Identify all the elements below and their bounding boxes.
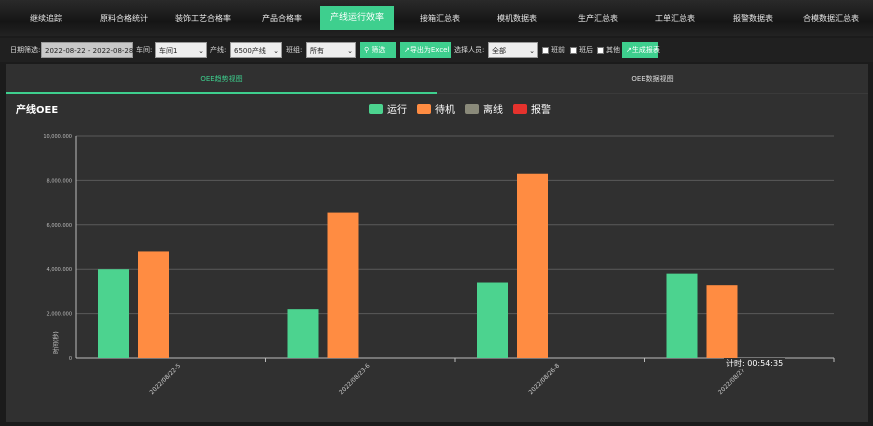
y-tick-label: 10,000.000 <box>43 134 72 140</box>
checkbox-box <box>597 46 604 54</box>
bar-运行-0 <box>98 269 129 358</box>
report-button-label: 生成报表 <box>631 46 660 54</box>
y-tick-label: 4,000.000 <box>47 267 72 273</box>
person-select[interactable]: 全部 ⌄ <box>488 42 538 58</box>
line-select-value: 6500产线 <box>234 47 266 55</box>
nav-item-1[interactable]: 原料合格统计 <box>100 13 148 24</box>
nav-item-7[interactable]: 生产汇总表 <box>578 13 618 24</box>
export-excel-button[interactable]: ↗导出为Excel <box>400 42 451 58</box>
nav-item-9[interactable]: 报警数据表 <box>733 13 773 24</box>
workshop-select[interactable]: 车间1 ⌄ <box>155 42 207 58</box>
chevron-down-icon: ⌄ <box>529 47 535 55</box>
checkbox-before-shift[interactable]: 班前 <box>542 42 565 58</box>
nav-item-8[interactable]: 工单汇总表 <box>655 13 695 24</box>
nav-item-2[interactable]: 装饰工艺合格率 <box>175 13 231 24</box>
checkbox-after-shift[interactable]: 班后 <box>570 42 593 58</box>
person-label: 选择人员: <box>454 46 485 54</box>
nav-item-0[interactable]: 继续追踪 <box>30 13 62 24</box>
line-select[interactable]: 6500产线 ⌄ <box>230 42 282 58</box>
nav-item-3[interactable]: 产品合格率 <box>262 13 302 24</box>
bar-运行-1 <box>287 309 319 358</box>
checkbox-label: 班前 <box>551 46 565 54</box>
top-nav: 继续追踪 原料合格统计 装饰工艺合格率 产品合格率 产线运行效率 接箱汇总表 模机数据表 生产… <box>0 0 873 36</box>
bar-运行-3 <box>666 273 698 358</box>
y-tick-label: 2,000.000 <box>47 312 72 318</box>
nav-item-6[interactable]: 模机数据表 <box>497 13 537 24</box>
bar-待机-0 <box>138 251 169 358</box>
oee-panel: OEE趋势视图 OEE数据视图 产线OEE 运行 待机 离线 报警 0 2,000.00… <box>6 64 868 422</box>
export-button-label: 导出为Excel <box>409 46 450 54</box>
workshop-select-value: 车间1 <box>159 47 178 55</box>
y-tick-label: 8,000.000 <box>47 178 72 184</box>
chevron-down-icon: ⌄ <box>347 47 353 55</box>
date-range-input[interactable]: 2022-08-22 - 2022-08-28 <box>41 42 133 58</box>
y-tick-label: 6,000.000 <box>47 223 72 229</box>
shift-select-value: 所有 <box>310 47 324 55</box>
x-tick-label: 2022/08/22-5 <box>149 362 183 396</box>
y-axis-label: 时间(秒) <box>52 331 60 354</box>
shift-select[interactable]: 所有 ⌄ <box>306 42 356 58</box>
checkbox-label: 其他 <box>606 46 620 54</box>
line-label: 产线: <box>210 46 227 54</box>
checkbox-box <box>570 46 577 54</box>
chevron-down-icon: ⌄ <box>273 47 279 55</box>
checkbox-label: 班后 <box>579 46 593 54</box>
shift-label: 班组: <box>286 46 303 54</box>
checkbox-box <box>542 46 549 54</box>
y-tick-label: 0 <box>69 356 72 362</box>
nav-item-5[interactable]: 接箱汇总表 <box>420 13 460 24</box>
bar-待机-1 <box>327 212 359 358</box>
bar-待机-3 <box>706 285 738 358</box>
bar-待机-2 <box>517 173 548 358</box>
nav-item-10[interactable]: 合模数据汇总表 <box>803 13 859 24</box>
workshop-label: 车间: <box>136 46 153 54</box>
chevron-down-icon: ⌄ <box>198 47 204 55</box>
nav-item-4[interactable]: 产线运行效率 <box>320 6 395 30</box>
date-filter-label: 日期筛选: <box>10 46 41 54</box>
generate-report-button[interactable]: ↗生成报表 <box>622 42 660 58</box>
filter-button-label: 筛选 <box>371 46 386 54</box>
x-tick-label: 2022/08/26-8 <box>528 362 562 396</box>
filter-button[interactable]: ⚲ 筛选 <box>360 42 396 58</box>
timer-readout: 计时: 00:54:35 <box>724 358 786 369</box>
x-tick-label: 2022/08/23-6 <box>338 362 372 396</box>
search-icon: ⚲ <box>364 46 370 54</box>
bar-运行-2 <box>477 282 508 358</box>
person-select-value: 全部 <box>492 47 506 55</box>
filter-toolbar: 日期筛选: 2022-08-22 - 2022-08-28 车间: 车间1 ⌄ 产… <box>0 38 873 62</box>
checkbox-other[interactable]: 其他 <box>597 42 620 58</box>
